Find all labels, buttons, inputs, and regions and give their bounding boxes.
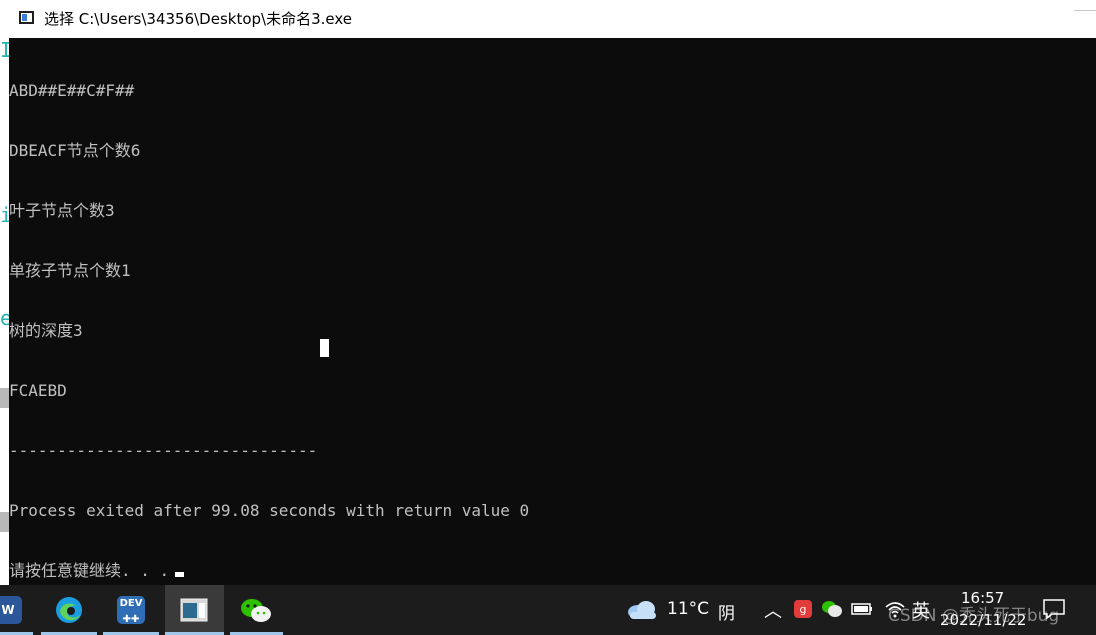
chevron-up-icon[interactable]: ︿ [764,597,782,623]
wechat-tray-icon[interactable] [821,599,843,619]
wechat-icon [241,599,271,622]
taskbar-app-wechat[interactable] [230,585,283,635]
word-icon: W [0,596,22,624]
notification-icon[interactable] [1042,598,1066,620]
console-window-icon [180,598,208,622]
devcpp-icon-label: DEV [119,598,143,609]
editor-scroll-segment [0,388,9,408]
console-prompt-line: 请按任意键继续. . . [9,561,1089,581]
console-line: DBEACF节点个数6 [9,141,141,160]
cloud-weather-icon[interactable] [626,597,658,621]
mouse-ibeam-cursor [320,339,329,357]
background-editor-edge: I i e [0,0,12,585]
weather-condition[interactable]: 阴 [718,599,735,624]
console-separator: -------------------------------- [9,441,318,460]
system-tray: 11°C 阴 ︿ g 英 16:57 2022/11/22 CSDN @秃头死于… [620,585,1096,635]
title-bar[interactable]: 选择 C:\Users\34356\Desktop\未命名3.exe [9,0,1096,38]
console-app-icon [19,11,34,24]
console-line: 叶子节点个数3 [9,201,115,220]
console-output[interactable]: ABD##E##C#F## DBEACF节点个数6 叶子节点个数3 单孩子节点个… [9,41,1089,621]
devcpp-plus-icon: ✚✚ [122,614,140,625]
console-line: 单孩子节点个数1 [9,261,131,280]
watermark: CSDN @秃头死于bug [888,606,1060,626]
edge-icon [56,597,82,623]
app-tray-icon[interactable]: g [793,599,813,619]
taskbar-app-devcpp[interactable]: DEV ✚✚ [103,585,159,635]
console-line: FCAEBD [9,381,67,400]
console-line: ABD##E##C#F## [9,81,135,100]
text-cursor [175,572,185,577]
devcpp-icon: DEV ✚✚ [117,596,145,625]
editor-scroll-segment [0,512,9,532]
console-line: Process exited after 99.08 seconds with … [9,501,530,520]
window-control-edge[interactable] [1074,10,1096,13]
console-prompt: 请按任意键继续. . . [9,561,170,580]
svg-text:g: g [800,603,807,616]
console-window[interactable]: 选择 C:\Users\34356\Desktop\未命名3.exe ABD##… [9,0,1096,585]
console-line: 树的深度3 [9,321,83,340]
taskbar-app-edge[interactable] [41,585,97,635]
taskbar-app-console[interactable] [165,585,224,635]
taskbar-app-word[interactable]: W [0,585,33,635]
weather-temperature[interactable]: 11°C [667,599,709,619]
window-title: 选择 C:\Users\34356\Desktop\未命名3.exe [44,10,353,28]
battery-icon[interactable] [851,601,873,617]
